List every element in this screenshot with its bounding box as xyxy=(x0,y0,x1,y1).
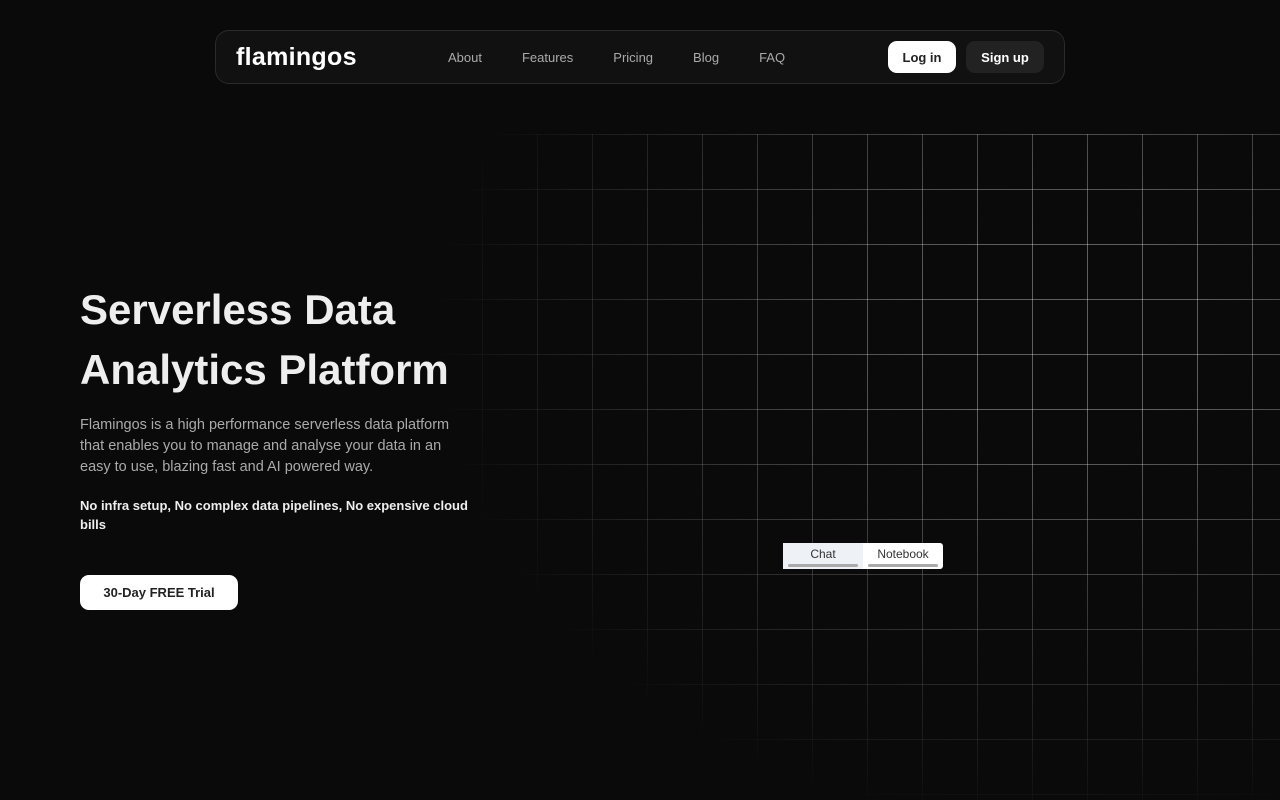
nav-about[interactable]: About xyxy=(448,50,482,65)
tab-notebook[interactable]: Notebook xyxy=(863,543,943,569)
navbar: flamingos About Features Pricing Blog FA… xyxy=(215,30,1065,84)
nav-faq[interactable]: FAQ xyxy=(759,50,785,65)
nav-pricing[interactable]: Pricing xyxy=(613,50,653,65)
signup-button[interactable]: Sign up xyxy=(966,41,1044,73)
logo[interactable]: flamingos xyxy=(236,43,357,72)
background-grid xyxy=(427,134,1280,800)
login-button[interactable]: Log in xyxy=(888,41,956,73)
nav-links: About Features Pricing Blog FAQ xyxy=(448,50,785,65)
tab-chat[interactable]: Chat xyxy=(783,543,863,569)
nav-blog[interactable]: Blog xyxy=(693,50,719,65)
hero-tagline: No infra setup, No complex data pipeline… xyxy=(80,498,468,532)
free-trial-button[interactable]: 30-Day FREE Trial xyxy=(80,575,238,610)
hero-description: Flamingos is a high performance serverle… xyxy=(80,417,450,475)
hero-title: Serverless Data Analytics Platform xyxy=(80,286,449,393)
demo-tabs: Chat Notebook xyxy=(783,543,943,569)
nav-features[interactable]: Features xyxy=(522,50,573,65)
